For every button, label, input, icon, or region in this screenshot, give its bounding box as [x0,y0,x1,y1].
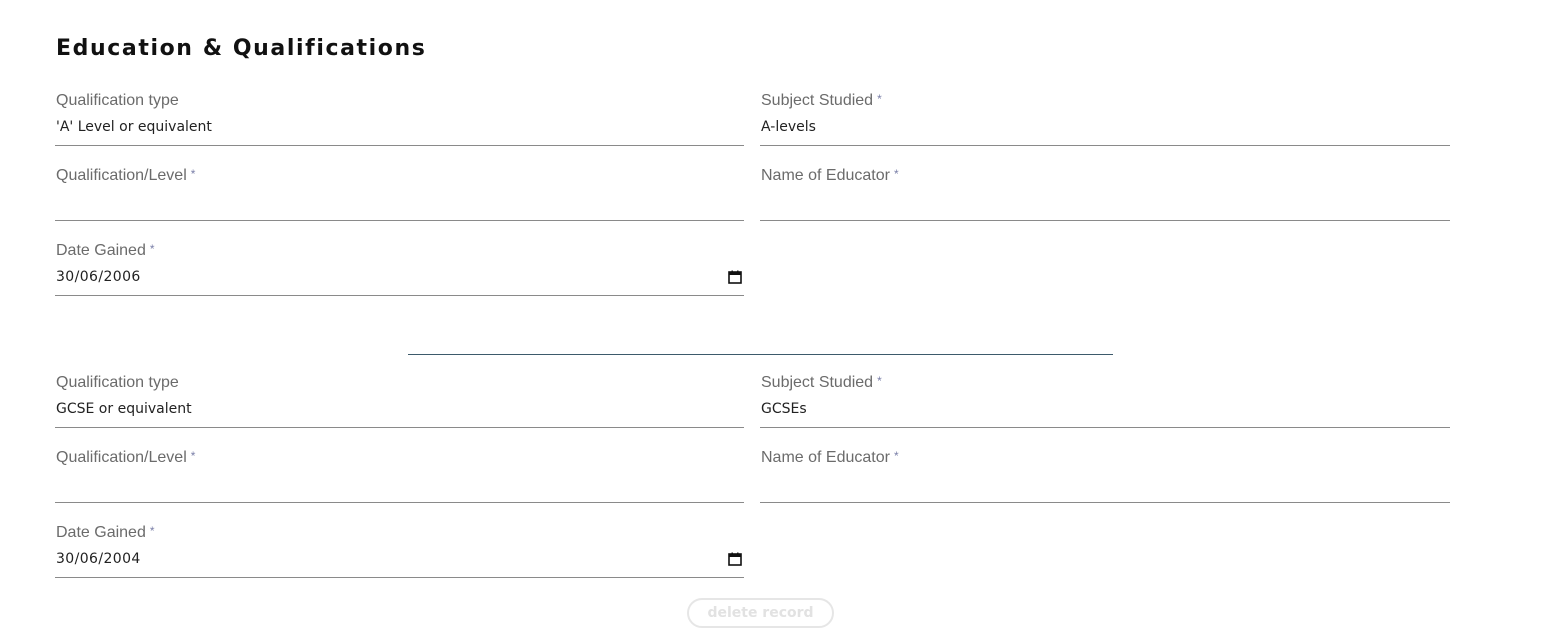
qualification-type-value: 'A' Level or equivalent [56,119,212,135]
subject-studied-label: Subject Studied * [761,92,882,109]
qualification-level-input[interactable]: Qualification/Level * [55,449,744,503]
required-marker: * [893,449,899,463]
required-marker: * [149,524,155,538]
name-of-educator-input[interactable]: Name of Educator * [760,449,1450,503]
date-gained-label: Date Gained * [56,242,155,259]
required-marker: * [893,167,899,181]
calendar-icon[interactable] [728,552,742,566]
required-marker: * [877,374,882,388]
name-of-educator-label: Name of Educator * [761,167,899,184]
section-title: Education & Qualifications [56,36,427,61]
qualification-level-label: Qualification/Level * [56,167,196,184]
subject-studied-value: GCSEs [761,401,807,417]
delete-record-button[interactable]: delete record [687,598,834,628]
qualification-type-label: Qualification type [56,374,179,391]
qualification-type-value: GCSE or equivalent [56,401,192,417]
name-of-educator-input[interactable]: Name of Educator * [760,167,1450,221]
subject-studied-value: A-levels [761,119,816,135]
qualification-type-label: Qualification type [56,92,179,109]
qualification-type-select[interactable]: Qualification type 'A' Level or equivale… [55,92,744,146]
name-of-educator-label: Name of Educator * [761,449,899,466]
required-marker: * [190,167,196,181]
subject-studied-label: Subject Studied * [761,374,882,391]
record-divider [408,354,1113,355]
date-gained-value: 30/06/2004 [56,551,141,567]
qualification-level-label: Qualification/Level * [56,449,196,466]
education-qualifications-form: Education & Qualifications Qualification… [0,0,1565,644]
date-gained-value: 30/06/2006 [56,269,141,285]
subject-studied-input[interactable]: Subject Studied * A-levels [760,92,1450,146]
subject-studied-input[interactable]: Subject Studied * GCSEs [760,374,1450,428]
required-marker: * [190,449,196,463]
qualification-type-select[interactable]: Qualification type GCSE or equivalent [55,374,744,428]
required-marker: * [149,242,155,256]
calendar-icon[interactable] [728,270,742,284]
date-gained-input[interactable]: Date Gained * 30/06/2004 [55,524,744,578]
date-gained-input[interactable]: Date Gained * 30/06/2006 [55,242,744,296]
qualification-level-input[interactable]: Qualification/Level * [55,167,744,221]
date-gained-label: Date Gained * [56,524,155,541]
required-marker: * [877,92,882,106]
